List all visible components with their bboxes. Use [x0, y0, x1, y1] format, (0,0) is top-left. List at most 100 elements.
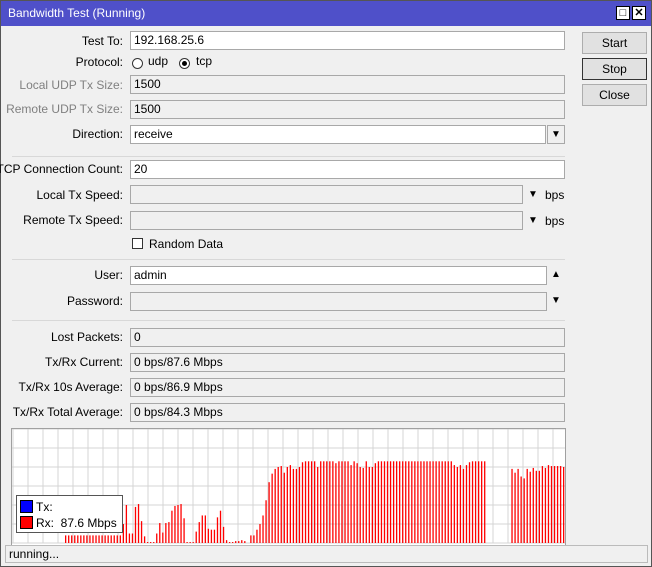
close-icon[interactable]: ✕: [632, 6, 646, 20]
rx-bar: [365, 461, 367, 543]
user-input[interactable]: admin: [130, 266, 547, 285]
rx-bar: [553, 466, 556, 543]
local-tx-speed-input[interactable]: [130, 185, 523, 204]
rx-bar: [541, 466, 544, 543]
rx-bar: [277, 467, 279, 543]
rx-bar: [232, 542, 234, 543]
test-to-input[interactable]: 192.168.25.6: [130, 31, 565, 50]
rx-bar: [395, 461, 398, 543]
rx-bar: [368, 467, 370, 543]
direction-select[interactable]: receive: [130, 125, 546, 144]
title-bar[interactable]: Bandwidth Test (Running) □ ✕: [1, 1, 651, 26]
total-avg-label: Tx/Rx Total Average:: [12, 405, 123, 419]
rx-bar: [165, 523, 167, 543]
rx-bar: [329, 461, 331, 543]
rx-bar: [295, 468, 298, 543]
rx-bar: [283, 472, 285, 543]
rx-bar: [256, 529, 258, 543]
rx-bar: [104, 535, 106, 543]
rx-bar: [338, 461, 340, 543]
rx-bar: [447, 461, 449, 543]
rx-bar: [219, 510, 222, 543]
protocol-tcp-radio[interactable]: [179, 58, 190, 69]
rx-bar: [128, 533, 131, 543]
rx-bar: [228, 542, 231, 543]
dropdown-arrow-icon[interactable]: ▼: [547, 125, 565, 144]
rx-bar: [353, 461, 355, 543]
rx-bar: [402, 461, 404, 543]
rx-bar: [65, 535, 67, 543]
expand-arrow-icon[interactable]: ▼: [551, 292, 561, 310]
remote-tx-speed-label: Remote Tx Speed:: [23, 213, 123, 227]
rx-bar: [110, 535, 112, 543]
rx-bar: [362, 467, 364, 543]
rx-bar: [317, 467, 319, 543]
rx-bar: [544, 467, 547, 543]
close-button[interactable]: Close: [582, 84, 647, 106]
rx-bar: [80, 535, 82, 543]
rx-bar: [468, 462, 471, 543]
rx-bar: [150, 542, 152, 543]
rx-bar: [222, 526, 225, 543]
avg10-label: Tx/Rx 10s Average:: [18, 380, 124, 394]
rx-bar: [389, 461, 392, 543]
rx-bar: [271, 473, 273, 543]
rx-bar: [98, 535, 100, 543]
rx-bar: [107, 535, 109, 543]
rx-bar: [405, 461, 407, 543]
rx-bar: [426, 461, 428, 543]
rx-bar: [432, 461, 434, 543]
password-input[interactable]: [130, 292, 547, 311]
rx-bar: [74, 535, 76, 543]
rx-bar: [550, 466, 553, 543]
rx-bar: [429, 461, 431, 543]
rx-bar: [250, 535, 252, 543]
rx-bar: [359, 467, 361, 543]
rx-bar: [137, 504, 140, 543]
test-to-label: Test To:: [81, 34, 123, 48]
rx-bar: [380, 461, 383, 543]
rx-bar: [517, 468, 519, 543]
rx-bar: [456, 467, 459, 543]
random-data-checkbox[interactable]: [132, 238, 143, 249]
rx-bar: [481, 461, 483, 543]
rx-bar: [471, 461, 474, 543]
maximize-icon[interactable]: □: [616, 6, 630, 20]
rx-bar: [453, 465, 455, 543]
tx-legend-label: Tx:: [36, 500, 53, 514]
rx-bar: [465, 465, 468, 543]
tx-color-swatch: [20, 500, 33, 513]
start-button[interactable]: Start: [582, 32, 647, 54]
rx-bar: [207, 528, 210, 543]
remote-tx-speed-input[interactable]: [130, 211, 523, 230]
rx-bar: [183, 518, 185, 543]
rx-bar: [511, 468, 513, 543]
remote-tx-speed-unit: bps: [545, 214, 565, 228]
rx-bar: [140, 521, 143, 543]
dropdown-arrow-icon[interactable]: ▼: [528, 212, 538, 230]
rx-bar: [153, 542, 155, 543]
rx-bar: [134, 506, 137, 543]
protocol-udp-radio[interactable]: [132, 58, 143, 69]
rx-bar: [326, 461, 328, 543]
rx-bar: [95, 535, 97, 543]
rx-bar: [289, 465, 292, 543]
rx-bar: [514, 472, 516, 543]
rx-bar: [435, 461, 437, 543]
local-udp-tx-size-label: Local UDP Tx Size:: [19, 78, 123, 92]
rx-bar: [235, 541, 237, 543]
tcp-connection-count-input[interactable]: 20: [130, 160, 565, 179]
rx-bar: [526, 468, 528, 543]
rx-bar: [350, 465, 352, 543]
rx-bar: [156, 533, 158, 543]
rx-bar: [113, 535, 115, 543]
local-udp-tx-size-input[interactable]: 1500: [130, 75, 565, 94]
collapse-arrow-icon[interactable]: ▲: [551, 266, 561, 284]
rx-bar: [89, 535, 91, 543]
stop-button[interactable]: Stop: [582, 58, 647, 80]
rx-color-swatch: [20, 516, 33, 529]
rx-bar: [159, 523, 161, 543]
rx-bar: [335, 463, 337, 543]
remote-udp-tx-size-input[interactable]: 1500: [130, 100, 565, 119]
dropdown-arrow-icon[interactable]: ▼: [528, 186, 538, 204]
